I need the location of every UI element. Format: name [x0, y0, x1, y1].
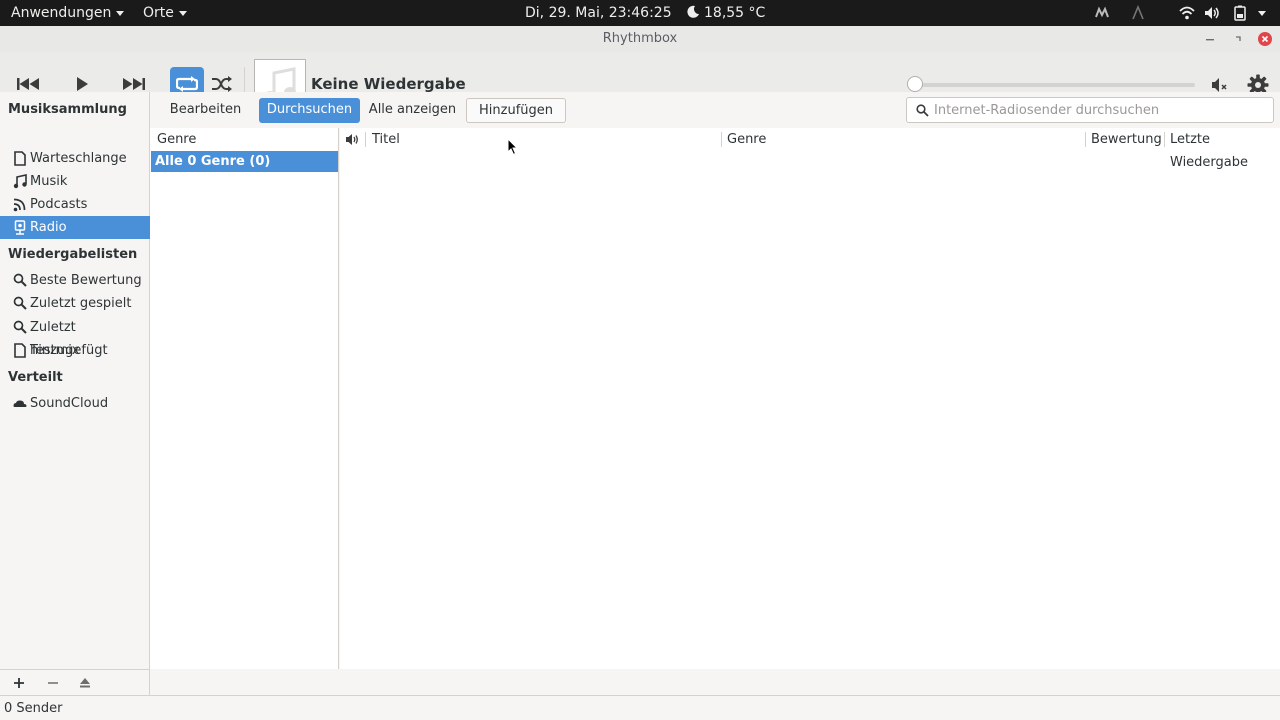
sidebar-item-label: Musik: [30, 174, 68, 189]
weather-indicator[interactable]: 18,55 °C: [686, 0, 765, 26]
column-separator: [365, 132, 366, 147]
maximize-icon[interactable]: [1230, 31, 1246, 47]
sidebar-item-queue[interactable]: Warteschlange: [0, 147, 150, 170]
section-playlists: Wiedergabelisten: [8, 247, 138, 262]
search-icon: [13, 320, 27, 334]
search-icon: [916, 104, 929, 117]
system-menu-chevron-icon[interactable]: [1258, 11, 1266, 16]
status-bar: 0 Sender: [0, 695, 1280, 720]
extension-icon[interactable]: [1094, 5, 1110, 21]
places-menu[interactable]: Orte: [143, 0, 187, 26]
play-icon: [77, 77, 88, 91]
radio-search-box[interactable]: [906, 97, 1274, 123]
sidebar-item-label: Beste Bewertung: [30, 273, 142, 288]
sidebar-item-soundcloud[interactable]: SoundCloud: [0, 392, 150, 415]
search-input[interactable]: [934, 101, 1264, 119]
remove-playlist-button[interactable]: [38, 673, 68, 693]
keyboard-layout-icon[interactable]: [1130, 5, 1146, 21]
now-playing-label: Keine Wiedergabe: [311, 75, 466, 93]
sidebar-item-recently-added[interactable]: Zuletzt hinzugefügt: [0, 316, 150, 358]
add-button[interactable]: Hinzufügen: [466, 98, 566, 123]
plus-icon: [14, 678, 24, 688]
column-separator: [1164, 132, 1165, 147]
sidebar-item-label: Podcasts: [30, 197, 88, 212]
sidebar-item-label: Zuletzt gespielt: [30, 296, 132, 311]
sidebar-item-testmix[interactable]: Testmix: [0, 339, 150, 362]
column-separator: [1085, 132, 1086, 147]
wifi-icon[interactable]: [1179, 5, 1195, 21]
last-played-column-header[interactable]: Letzte Wiedergabe: [1170, 128, 1280, 170]
search-icon: [13, 273, 27, 287]
chevron-down-icon: [116, 10, 125, 16]
station-count: 0 Sender: [4, 701, 63, 716]
seek-handle[interactable]: [907, 76, 923, 92]
eject-icon: [80, 678, 90, 688]
genre-browser: Genre Alle 0 Genre (0): [150, 128, 339, 669]
shuffle-icon: [212, 76, 232, 92]
volume-icon[interactable]: [1204, 5, 1220, 21]
document-icon: [14, 151, 26, 166]
mouse-cursor-icon: [507, 138, 519, 156]
edit-button[interactable]: Bearbeiten: [162, 98, 249, 123]
chevron-down-icon: [178, 10, 187, 16]
title-column-header[interactable]: Titel: [372, 128, 400, 151]
window-title: Rhythmbox: [602, 31, 678, 46]
genre-row-all[interactable]: Alle 0 Genre (0): [151, 151, 338, 172]
rss-icon: [13, 198, 26, 212]
radio-icon: [14, 220, 26, 235]
document-icon: [14, 343, 26, 358]
seek-bar[interactable]: [915, 83, 1195, 87]
speaker-icon[interactable]: [345, 133, 360, 146]
sidebar-item-radio[interactable]: Radio: [0, 216, 150, 239]
skip-backward-icon: [17, 78, 39, 90]
applications-menu[interactable]: Anwendungen: [11, 0, 125, 26]
sidebar-item-music[interactable]: Musik: [0, 170, 150, 193]
column-separator: [721, 132, 722, 147]
genre-column-header[interactable]: Genre: [157, 128, 196, 151]
genre-column-header[interactable]: Genre: [727, 128, 766, 151]
sidebar-item-podcasts[interactable]: Podcasts: [0, 193, 150, 216]
sidebar-item-recently-played[interactable]: Zuletzt gespielt: [0, 292, 150, 315]
eject-button[interactable]: [70, 673, 100, 693]
show-all-button[interactable]: Alle anzeigen: [366, 98, 459, 123]
sidebar-item-label: Warteschlange: [30, 151, 127, 166]
rating-column-header[interactable]: Bewertung: [1091, 128, 1162, 151]
music-note-icon: [13, 174, 27, 189]
source-sidebar: Musiksammlung Warteschlange Musik Podcas…: [0, 92, 150, 669]
sidebar-item-label: Radio: [30, 220, 67, 235]
skip-forward-icon: [123, 78, 145, 90]
section-shared: Verteilt: [8, 370, 63, 385]
weather-label: 18,55 °C: [704, 5, 766, 21]
top-panel: Anwendungen Orte Di, 29. Mai, 23:46:25 1…: [0, 0, 1280, 26]
clock[interactable]: Di, 29. Mai, 23:46:25: [525, 0, 672, 26]
window-titlebar[interactable]: Rhythmbox: [0, 26, 1280, 52]
repeat-icon: [176, 76, 198, 92]
sidebar-item-label: SoundCloud: [30, 396, 109, 411]
section-library: Musiksammlung: [8, 102, 127, 117]
browse-button[interactable]: Durchsuchen: [259, 98, 360, 123]
applications-menu-label: Anwendungen: [11, 5, 112, 21]
browser-toolbar: Bearbeiten Durchsuchen Alle anzeigen Hin…: [150, 92, 1280, 128]
sidebar-item-label: Testmix: [30, 343, 80, 358]
battery-icon[interactable]: [1232, 5, 1248, 21]
search-icon: [13, 296, 27, 310]
places-menu-label: Orte: [143, 5, 174, 21]
sidebar-actions: [0, 669, 150, 695]
sidebar-item-top-rated[interactable]: Beste Bewertung: [0, 269, 150, 292]
minimize-icon[interactable]: [1202, 31, 1218, 47]
add-playlist-button[interactable]: [4, 673, 34, 693]
moon-icon: [687, 5, 699, 18]
close-icon[interactable]: [1257, 31, 1273, 47]
station-list: Titel Genre Bewertung Letzte Wiedergabe: [340, 128, 1280, 669]
minus-icon: [48, 682, 58, 684]
cloud-icon: [13, 400, 27, 407]
